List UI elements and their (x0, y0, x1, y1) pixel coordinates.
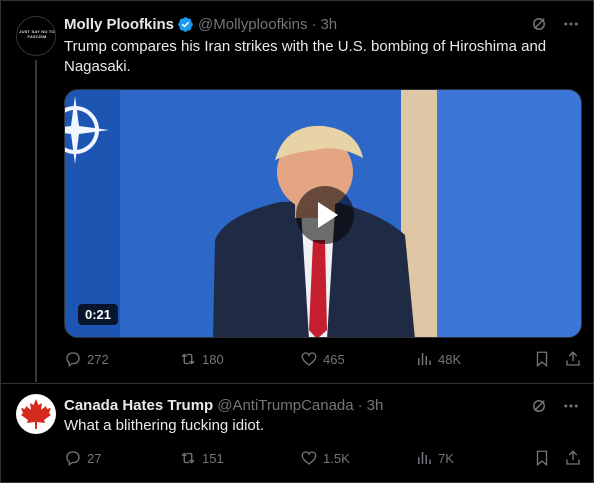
tweet-actions: 27 151 1.5K 7K (64, 449, 582, 469)
tweet-top-actions (530, 397, 580, 415)
reply-count: 27 (87, 450, 102, 466)
tweet-text: Trump compares his Iran strikes with the… (64, 38, 547, 75)
avatar[interactable]: JUST SAY NO TO FASCISM (16, 16, 56, 56)
like-icon (301, 352, 317, 366)
tweet-top-actions (530, 15, 580, 33)
like-count: 1.5K (323, 450, 350, 466)
tweet-header: Molly Ploofkins @Mollyploofkins · 3h (64, 14, 337, 34)
more-icon[interactable] (562, 397, 580, 415)
video-duration: 0:21 (78, 304, 119, 325)
tweet[interactable]: JUST SAY NO TO FASCISM Molly Ploofkins @… (0, 0, 594, 383)
reply-icon (66, 451, 80, 467)
views-count: 48K (438, 351, 462, 367)
repost-button[interactable]: 180 (179, 350, 224, 368)
reply-button[interactable]: 27 (64, 449, 101, 467)
video-player[interactable]: 0:21 (64, 89, 582, 338)
share-icon (566, 450, 580, 465)
verified-badge-icon[interactable] (177, 16, 194, 33)
share-button[interactable] (564, 350, 582, 368)
tweet-header: Canada Hates Trump @AntiTrumpCanada · 3h (64, 395, 383, 415)
tweet-text: What a blithering fucking idiot. (64, 417, 265, 434)
separator-dot: · (357, 396, 363, 414)
separator-dot: · (311, 15, 317, 33)
avatar[interactable] (16, 394, 56, 434)
views-button[interactable]: 48K (415, 350, 461, 368)
like-button[interactable]: 465 (300, 350, 345, 368)
timestamp[interactable]: 3h (367, 397, 384, 414)
views-count: 7K (438, 450, 454, 466)
share-button[interactable] (564, 449, 582, 467)
author-name[interactable]: Molly Ploofkins (64, 16, 174, 33)
share-icon (566, 351, 580, 366)
play-button[interactable] (296, 186, 354, 244)
author-handle[interactable]: @Mollyploofkins (198, 16, 307, 33)
repost-count: 180 (202, 351, 224, 367)
maple-leaf-icon (21, 399, 51, 429)
bookmark-button[interactable] (533, 350, 551, 368)
like-button[interactable]: 1.5K (300, 449, 350, 467)
reply-count: 272 (87, 351, 109, 367)
bookmark-icon (536, 351, 548, 368)
bookmark-icon (536, 450, 548, 467)
repost-icon (181, 452, 195, 464)
like-count: 465 (323, 351, 345, 367)
grok-icon[interactable] (530, 15, 548, 33)
views-button[interactable]: 7K (415, 449, 454, 467)
timestamp[interactable]: 3h (320, 16, 337, 33)
views-icon (418, 452, 431, 464)
more-icon[interactable] (562, 15, 580, 33)
views-icon (418, 353, 431, 365)
play-icon (318, 202, 338, 228)
like-icon (301, 451, 317, 465)
tweet-actions: 272 180 465 48K (64, 350, 582, 370)
grok-icon[interactable] (530, 397, 548, 415)
reply-button[interactable]: 272 (64, 350, 109, 368)
bookmark-button[interactable] (533, 449, 551, 467)
reply-icon (66, 352, 80, 368)
repost-count: 151 (202, 450, 224, 466)
thread-line (35, 60, 37, 382)
author-handle[interactable]: @AntiTrumpCanada (217, 397, 353, 414)
author-name[interactable]: Canada Hates Trump (64, 397, 213, 414)
repost-button[interactable]: 151 (179, 449, 224, 467)
repost-icon (181, 353, 195, 365)
avatar-text: JUST SAY NO TO FASCISM (19, 29, 55, 39)
